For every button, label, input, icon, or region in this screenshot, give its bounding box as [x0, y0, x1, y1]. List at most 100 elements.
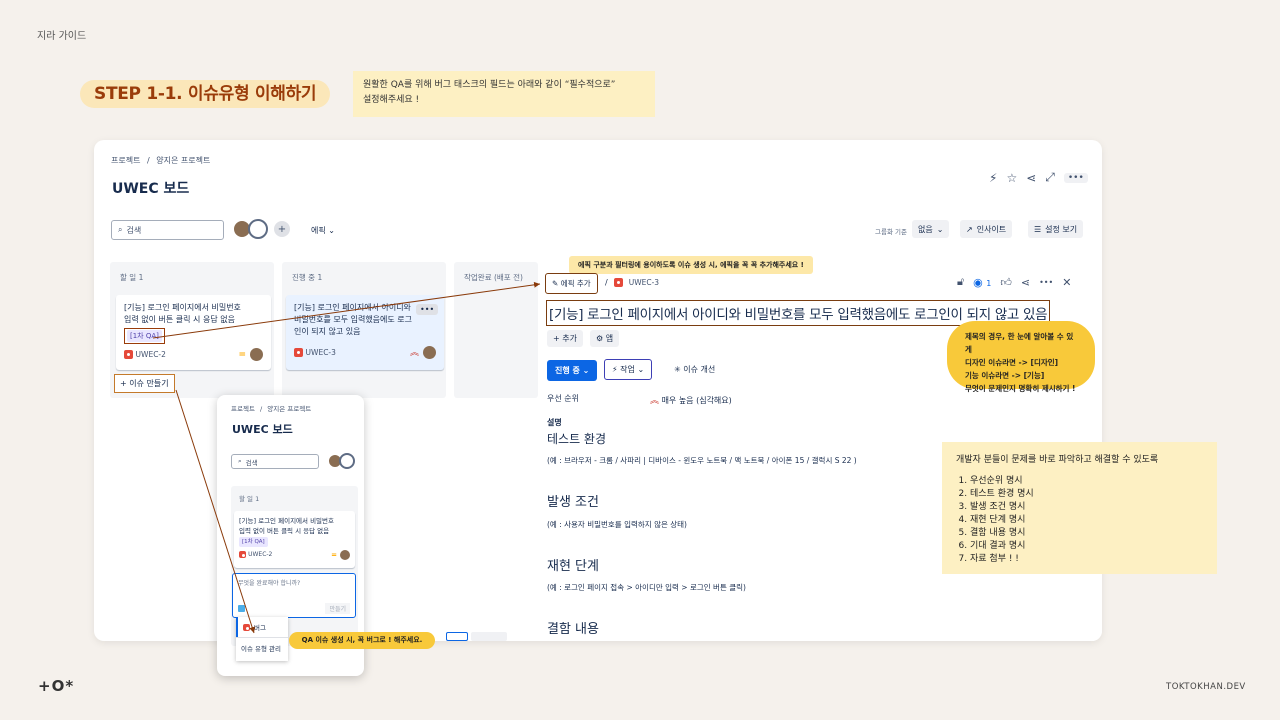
breadcrumb: 프로젝트 / 양지은 프로젝트 [231, 405, 312, 413]
more-icon[interactable]: ••• [1063, 172, 1088, 183]
group-by-select[interactable]: 없음 ⌄ [912, 220, 950, 238]
pager-item[interactable] [471, 632, 507, 641]
avatar[interactable] [248, 219, 268, 239]
issue-card-uwec-2[interactable]: [기능] 로그인 페이지에서 비밀번호 입력 없이 버튼 클릭 시 응답 없음 … [234, 511, 355, 568]
create-button[interactable]: 만들기 [325, 603, 350, 614]
brand-name: TOKTOKHAN.DEV [1166, 682, 1246, 692]
section-heading: 테스트 환경 [547, 432, 607, 446]
improve-issue-button[interactable]: ✳ 이슈 개선 [668, 361, 722, 378]
lightning-icon: ⚡ [612, 365, 618, 374]
checklist-item: 재현 단계 명시 [970, 514, 1203, 527]
add-people-icon[interactable]: + [272, 219, 292, 239]
chevron-down-icon: ⌄ [582, 366, 590, 375]
chevron-down-icon: ⌄ [936, 224, 944, 234]
priority-medium-icon: = [238, 349, 246, 360]
section-heading: 재현 단계 [547, 559, 599, 574]
section-body: (예 : 사용자 비밀번호를 입력하지 않은 상태) [547, 520, 687, 529]
column-title: 진행 중 1 [292, 273, 323, 282]
star-icon[interactable]: ☆ [1006, 171, 1017, 185]
checklist-item: 테스트 환경 명시 [970, 488, 1203, 501]
search-icon: ⌕ [238, 457, 242, 465]
create-issue-button[interactable]: + 이슈 만들기 [114, 374, 175, 393]
priority-highest-icon: ︽ [409, 347, 419, 358]
step-title: STEP 1-1. 이슈유형 이해하기 [80, 80, 331, 108]
add-epic-button[interactable]: ✎ 에픽 추가 [545, 273, 598, 294]
priority-highest-icon: ︽ [650, 396, 660, 406]
bug-icon [239, 550, 246, 558]
menu-item-manage-types[interactable]: 이슈 유형 관리 [236, 637, 288, 658]
watch-button[interactable]: ◉ 1 [973, 276, 991, 289]
menu-item-bug[interactable]: 버그 [236, 617, 288, 637]
bug-icon [294, 347, 303, 357]
card-more-button[interactable]: ••• [416, 304, 439, 315]
avatar [340, 549, 350, 560]
avatar-group: + [232, 219, 292, 239]
description-label: 설명 [547, 418, 562, 427]
breadcrumb-root[interactable]: 프로젝트 [111, 156, 140, 165]
instruction-line: 설정해주세요 ! [363, 95, 420, 105]
chart-icon: ↗ [966, 224, 973, 234]
brand-logo: +O* [38, 677, 75, 695]
checklist-item: 우선순위 명시 [970, 475, 1203, 488]
search-input[interactable]: ⌕ 검색 [111, 220, 224, 240]
issue-key: UWEC-3 [305, 347, 336, 357]
developer-checklist: 개발자 분들이 문제를 바로 파악하고 해결할 수 있도록 우선순위 명시 테스… [942, 442, 1217, 574]
new-issue-input[interactable]: 무엇을 완료해야 합니까? 만들기 [232, 573, 356, 618]
checklist-item: 결함 내용 명시 [970, 527, 1203, 540]
checklist-title: 개발자 분들이 문제를 바로 파악하고 해결할 수 있도록 [956, 455, 1159, 465]
section-heading: 발생 조건 [547, 495, 599, 510]
pager-current[interactable] [446, 632, 468, 641]
share-icon[interactable]: ⋖ [1026, 171, 1036, 185]
add-button[interactable]: + 추가 [547, 330, 583, 347]
lock-icon[interactable]: 🔓︎ [957, 275, 964, 289]
breadcrumb-project[interactable]: 양지은 프로젝트 [156, 156, 210, 165]
section-heading: 결함 내용 [547, 622, 599, 637]
checklist-items: 우선순위 명시 테스트 환경 명시 발생 조건 명시 재현 단계 명시 결함 내… [956, 475, 1203, 566]
title-guide-bubble: 제목의 경우, 한 눈에 알아볼 수 있게 디자인 이슈라면 -> [디자인] … [947, 321, 1095, 393]
column-title: 작업완료 (배포 전) [464, 273, 523, 282]
issue-card-uwec-2[interactable]: [기능] 로그인 페이지에서 비밀번호 입력 없이 버튼 클릭 시 응답 없음 … [116, 295, 271, 370]
checklist-item: 기대 결과 명시 [970, 540, 1203, 553]
expand-icon[interactable]: ⤢ [1045, 170, 1055, 185]
bug-icon [613, 278, 623, 287]
section-body: (예 : 브라우저 - 크롬 / 사파리 | 디바이스 - 윈도우 노트북 / … [547, 456, 857, 465]
avatar [423, 346, 436, 359]
chevron-down-icon: ⌄ [637, 365, 645, 374]
priority-label: 우선 순위 [547, 394, 579, 403]
insight-button[interactable]: ↗ 인사이트 [960, 220, 1013, 238]
avatar [250, 348, 263, 361]
more-icon[interactable]: ••• [1039, 278, 1053, 287]
task-type-icon[interactable] [238, 605, 245, 612]
close-icon[interactable]: ✕ [1062, 276, 1071, 289]
epic-filter[interactable]: 에픽 ⌄ [311, 225, 335, 236]
lightning-icon[interactable]: ⚡ [989, 171, 997, 185]
app-button[interactable]: ⚙ 앱 [590, 330, 620, 347]
issue-type-menu: 버그 이슈 유형 관리 [236, 617, 288, 661]
group-by-label: 그룹화 기준 [875, 228, 907, 236]
column-title: 할 일 1 [239, 495, 260, 503]
work-button[interactable]: ⚡ 작업 ⌄ [604, 359, 653, 380]
qa-bug-note: QA 이슈 생성 시, 꼭 버그로 ! 해주세요. [289, 632, 435, 649]
share-icon[interactable]: ⋖ [1021, 276, 1030, 289]
column-title: 할 일 1 [120, 273, 144, 282]
search-input[interactable]: ⌕ 검색 [231, 454, 319, 469]
sparkle-icon: ✳ [674, 365, 681, 374]
board-title: UWEC 보드 [112, 181, 190, 197]
epic-note: 에픽 구분과 필터링에 용이하도록 이슈 생성 시, 에픽을 꼭 꼭 추가해주세… [569, 256, 813, 274]
issue-key: UWEC-2 [135, 349, 166, 359]
thumbs-up-icon[interactable]: 👍︎ [1000, 276, 1012, 289]
board-pager [446, 632, 507, 641]
bug-icon [243, 623, 250, 631]
issue-key-link[interactable]: UWEC-3 [629, 278, 659, 287]
chevron-down-icon: ⌄ [328, 226, 335, 235]
priority-field[interactable]: ︽ 매우 높음 (심각해요) [650, 393, 732, 406]
pencil-icon: ✎ [552, 279, 559, 288]
avatar[interactable] [339, 453, 355, 469]
view-settings-button[interactable]: ☰ 설정 보기 [1028, 220, 1084, 238]
guide-label: 지라 가이드 [37, 31, 87, 42]
board-title: UWEC 보드 [232, 423, 293, 436]
column-done: 작업완료 (배포 전) [454, 262, 538, 398]
status-select[interactable]: 진행 중 ⌄ [547, 360, 598, 381]
qa-tag: [1차 QA] [127, 330, 162, 342]
breadcrumb: 프로젝트 / 양지은 프로젝트 [111, 156, 211, 165]
